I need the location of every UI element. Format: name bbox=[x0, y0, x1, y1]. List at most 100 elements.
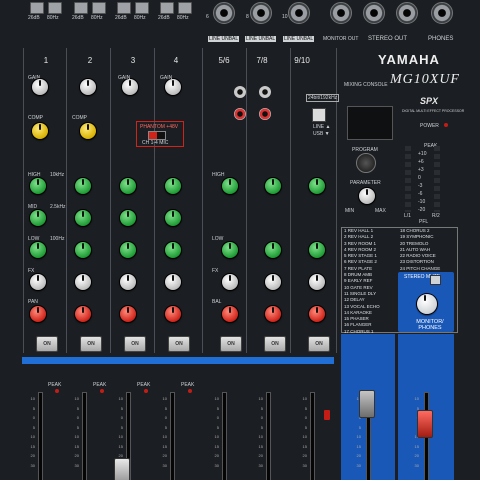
scale-mark: 10 bbox=[30, 434, 35, 439]
scale-mark: 15 bbox=[30, 443, 35, 449]
fx-send-knob-ch4[interactable] bbox=[165, 274, 181, 290]
low-eq-knob-ch3[interactable] bbox=[120, 242, 136, 258]
peak-label-ch4: PEAK bbox=[181, 382, 195, 388]
line-input-jack-10[interactable] bbox=[288, 2, 310, 24]
high-eq-knob-ch9-10[interactable] bbox=[309, 178, 325, 194]
comp-knob-ch1[interactable] bbox=[32, 123, 48, 139]
hpf-switch-ch3[interactable] bbox=[135, 2, 149, 14]
on-button-ch5-6[interactable]: ON bbox=[220, 336, 242, 352]
high-eq-knob-ch5-6[interactable] bbox=[222, 178, 238, 194]
scale-mark: 5 bbox=[164, 424, 167, 430]
stereo-out-l-jack[interactable] bbox=[363, 2, 385, 24]
pad-switch-ch3[interactable] bbox=[117, 2, 131, 14]
parameter-knob[interactable] bbox=[359, 188, 375, 204]
monitor-out-label: MONITOR OUT bbox=[323, 36, 359, 42]
stereo-mute-button[interactable] bbox=[430, 275, 441, 285]
fader-fx-return[interactable] bbox=[359, 390, 375, 418]
spx-display bbox=[347, 106, 393, 140]
monitor-phones-knob[interactable] bbox=[417, 294, 437, 314]
line-unbal-label-10: LINE UNBAL bbox=[283, 36, 315, 42]
phantom-switch[interactable] bbox=[148, 131, 166, 140]
hpf-switch-ch1[interactable] bbox=[48, 2, 62, 14]
rca-input-r-2[interactable] bbox=[259, 108, 271, 120]
jack-label-10: 10 bbox=[282, 14, 288, 20]
gain-knob-ch1[interactable] bbox=[32, 79, 48, 95]
high-eq-knob-ch2[interactable] bbox=[75, 178, 91, 194]
on-button-ch2[interactable]: ON bbox=[80, 336, 102, 352]
on-button-ch4[interactable]: ON bbox=[168, 336, 190, 352]
gain-label-3: GAIN bbox=[118, 75, 131, 81]
bal-knob-ch5-6[interactable] bbox=[222, 306, 238, 322]
phantom-label: PHANTOM +48V bbox=[140, 124, 179, 130]
mid-eq-knob-ch2[interactable] bbox=[75, 210, 91, 226]
pad-switch-ch1[interactable] bbox=[30, 2, 44, 14]
mid-eq-knob-ch4[interactable] bbox=[165, 210, 181, 226]
rca-input-l-1[interactable] bbox=[234, 86, 246, 98]
high-eq-knob-ch3[interactable] bbox=[120, 178, 136, 194]
scale-mark: 5 bbox=[32, 424, 35, 430]
on-button-ch1[interactable]: ON bbox=[36, 336, 58, 352]
hpf-switch-ch4[interactable] bbox=[178, 2, 192, 14]
program-dial[interactable] bbox=[356, 153, 376, 173]
monitor-out-jack[interactable] bbox=[330, 2, 352, 24]
on-button-ch9-10[interactable]: ON bbox=[308, 336, 330, 352]
fader-scale-ch9-10: 10 5 0 5 10 15 20 30 bbox=[299, 394, 307, 470]
pan-knob-ch3[interactable] bbox=[120, 306, 136, 322]
peak-led-ch1 bbox=[55, 389, 59, 393]
fx-send-knob-ch2[interactable] bbox=[75, 274, 91, 290]
fader-slot-ch5-6 bbox=[222, 392, 227, 480]
high-eq-knob-ch4[interactable] bbox=[165, 178, 181, 194]
line-input-jack-6[interactable] bbox=[213, 2, 235, 24]
low-eq-knob-ch9-10[interactable] bbox=[309, 242, 325, 258]
bal-knob-ch7-8[interactable] bbox=[265, 306, 281, 322]
line-input-jack-8[interactable] bbox=[250, 2, 272, 24]
pad-switch-ch4[interactable] bbox=[160, 2, 174, 14]
fx-send-knob-ch9-10[interactable] bbox=[309, 274, 325, 290]
fx-send-knob-ch5-6[interactable] bbox=[222, 274, 238, 290]
low-eq-knob-ch2[interactable] bbox=[75, 242, 91, 258]
peak-label-ch1: PEAK bbox=[48, 382, 62, 388]
scale-mark: 15 bbox=[258, 443, 263, 449]
pan-knob-ch1[interactable] bbox=[30, 306, 46, 322]
scale-mark: 15 bbox=[118, 443, 123, 449]
low-eq-knob-ch1[interactable] bbox=[30, 242, 46, 258]
high-eq-knob-ch7-8[interactable] bbox=[265, 178, 281, 194]
fader-stereo-master[interactable] bbox=[417, 410, 433, 438]
console-type: MIXING CONSOLE bbox=[344, 82, 388, 88]
comp-knob-ch2[interactable] bbox=[80, 123, 96, 139]
fader-ch3[interactable] bbox=[114, 458, 130, 480]
pad-switch-ch2[interactable] bbox=[74, 2, 88, 14]
divider bbox=[290, 48, 291, 353]
high-eq-knob-ch1[interactable] bbox=[30, 178, 46, 194]
gain-knob-ch3[interactable] bbox=[122, 79, 138, 95]
line-usb-switch[interactable] bbox=[312, 108, 326, 122]
gain-knob-ch2[interactable] bbox=[80, 79, 96, 95]
fx-send-knob-ch1[interactable] bbox=[30, 274, 46, 290]
low-eq-knob-ch4[interactable] bbox=[165, 242, 181, 258]
channel-number-2: 2 bbox=[87, 56, 93, 65]
pan-knob-ch4[interactable] bbox=[165, 306, 181, 322]
scale-mark: 5 bbox=[164, 405, 167, 411]
scale-mark: 15 bbox=[302, 443, 307, 449]
mid-eq-knob-ch1[interactable] bbox=[30, 210, 46, 226]
high-freq-label: 10kHz bbox=[50, 172, 65, 178]
meter-level-6: -6 bbox=[418, 191, 423, 197]
fx-send-knob-ch7-8[interactable] bbox=[265, 274, 281, 290]
mid-eq-knob-ch3[interactable] bbox=[120, 210, 136, 226]
phones-jack[interactable] bbox=[431, 2, 453, 24]
low-eq-knob-ch5-6[interactable] bbox=[222, 242, 238, 258]
on-button-ch3[interactable]: ON bbox=[124, 336, 146, 352]
fx-send-knob-ch3[interactable] bbox=[120, 274, 136, 290]
rca-input-l-2[interactable] bbox=[259, 86, 271, 98]
scale-mark: 10 bbox=[302, 396, 307, 401]
scale-mark: 15 bbox=[414, 443, 419, 449]
pan-knob-ch2[interactable] bbox=[75, 306, 91, 322]
bal-knob-ch9-10[interactable] bbox=[309, 306, 325, 322]
low-eq-knob-ch7-8[interactable] bbox=[265, 242, 281, 258]
rca-input-r-1[interactable] bbox=[234, 108, 246, 120]
stereo-out-r-jack[interactable] bbox=[396, 2, 418, 24]
hpf-switch-ch2[interactable] bbox=[92, 2, 106, 14]
gain-knob-ch4[interactable] bbox=[165, 79, 181, 95]
low-freq-label: 100Hz bbox=[50, 236, 65, 242]
on-button-ch7-8[interactable]: ON bbox=[264, 336, 286, 352]
